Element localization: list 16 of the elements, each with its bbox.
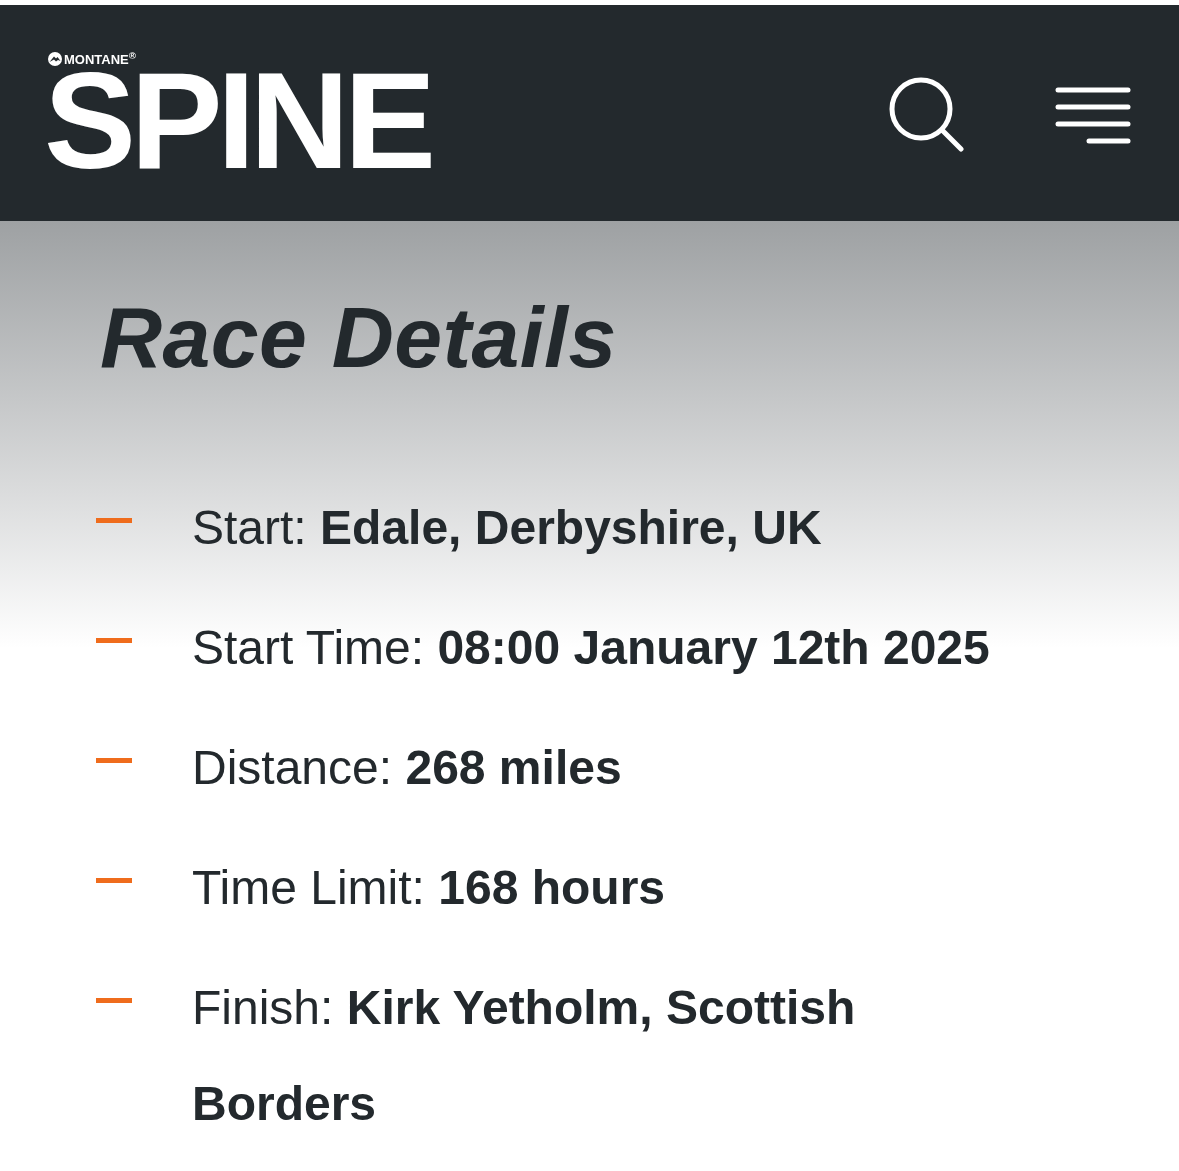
bullet-icon — [96, 998, 132, 1003]
brand-name: MONTANE$^{®}$ — [64, 52, 136, 66]
search-icon — [889, 76, 964, 152]
detail-text: Time Limit: 168 hours — [192, 860, 666, 916]
bullet-icon — [96, 518, 132, 523]
detail-text: Start Time: 08:00 January 12th 2025 — [192, 620, 991, 676]
detail-text: Distance: 268 miles — [192, 740, 623, 796]
detail-text: Start: Edale, Derbyshire, UK — [192, 500, 823, 556]
search-button[interactable] — [889, 76, 964, 152]
menu-icon — [1055, 86, 1131, 144]
bullet-icon — [96, 638, 132, 643]
menu-button[interactable] — [1055, 86, 1131, 144]
bullet-icon — [96, 878, 132, 883]
page-title: Race Details — [100, 294, 618, 380]
bullet-icon — [96, 758, 132, 763]
detail-text: Finish: Kirk Yetholm, Scottish Borders — [192, 980, 857, 1132]
